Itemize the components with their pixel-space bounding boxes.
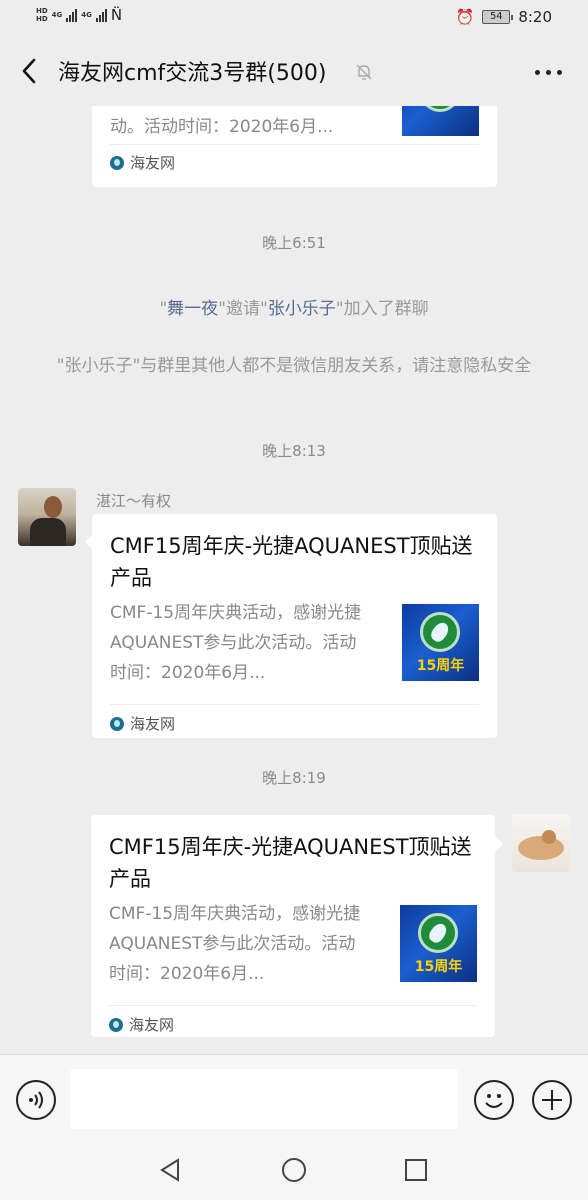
card-title: CMF15周年庆-光捷AQUANEST顶贴送产品 — [109, 835, 472, 891]
network-label-2: 4G — [81, 11, 92, 19]
nav-recent-icon[interactable] — [405, 1159, 427, 1181]
status-bar: HD HD 4G 4G N̈ ⏰ 54 8:20 — [0, 0, 588, 36]
nav-back-icon[interactable] — [158, 1158, 182, 1182]
network-label: 4G — [51, 11, 63, 19]
nav-bar: 海友网cmf交流3号群(500) — [0, 36, 588, 106]
signal-icon — [66, 8, 78, 22]
card-thumbnail: 15周年 — [402, 604, 479, 681]
system-message-invite: "舞一夜"邀请"张小乐子"加入了群聊 — [159, 299, 429, 319]
card-source: 海友网 — [110, 152, 175, 173]
avatar[interactable] — [512, 814, 570, 872]
source-label: 海友网 — [130, 715, 176, 733]
more-icon[interactable] — [535, 70, 562, 75]
status-right: ⏰ 54 8:20 — [456, 8, 552, 26]
timestamp: 晚上8:13 — [262, 442, 326, 460]
battery-icon: 54 — [482, 10, 514, 24]
card-source: 海友网 — [110, 713, 175, 734]
mute-icon — [356, 64, 372, 80]
plus-icon[interactable] — [532, 1080, 572, 1120]
hd-icon: HD HD — [36, 7, 48, 23]
system-nav — [0, 1144, 588, 1200]
chat-title: 海友网cmf交流3号群(500) — [58, 61, 327, 86]
sender-name: 湛江～有权 — [96, 492, 172, 510]
message-list[interactable]: 动。活动时间：2020年6月... 海友网 晚上6:51 "舞一夜"邀请"张小乐… — [0, 106, 588, 1054]
nfc-icon: N̈ — [110, 6, 123, 24]
alarm-icon: ⏰ — [455, 8, 475, 26]
card-description: CMF-15周年庆典活动，感谢光捷AQUANEST参与此次活动。活动时间：202… — [109, 904, 361, 984]
back-icon[interactable] — [16, 56, 44, 86]
card-thumbnail — [402, 106, 479, 136]
timestamp: 晚上6:51 — [262, 234, 326, 252]
source-icon — [109, 1017, 123, 1032]
link-card[interactable]: CMF15周年庆-光捷AQUANEST顶贴送产品 CMF-15周年庆典活动，感谢… — [91, 815, 495, 1037]
invitee-name[interactable]: 张小乐子 — [268, 299, 336, 319]
message-input[interactable] — [70, 1069, 458, 1129]
inviter-name[interactable]: 舞一夜 — [167, 299, 218, 319]
nav-home-icon[interactable] — [282, 1158, 306, 1182]
input-bar — [0, 1054, 588, 1144]
link-card[interactable]: CMF15周年庆-光捷AQUANEST顶贴送产品 CMF-15周年庆典活动，感谢… — [92, 514, 497, 738]
source-icon — [110, 716, 124, 731]
timestamp: 晚上8:19 — [262, 769, 326, 787]
link-card[interactable]: 动。活动时间：2020年6月... 海友网 — [92, 106, 497, 187]
system-message-privacy: "张小乐子"与群里其他人都不是微信朋友关系，请注意隐私安全 — [56, 356, 532, 376]
avatar[interactable] — [18, 488, 76, 546]
source-icon — [110, 155, 124, 170]
emoji-icon[interactable] — [474, 1080, 514, 1120]
clock: 8:20 — [518, 8, 552, 26]
source-label: 海友网 — [130, 154, 176, 172]
source-label: 海友网 — [129, 1016, 175, 1034]
card-title: CMF15周年庆-光捷AQUANEST顶贴送产品 — [110, 534, 473, 590]
card-description: 动。活动时间：2020年6月... — [110, 117, 334, 137]
status-left: HD HD 4G 4G N̈ — [36, 6, 122, 24]
voice-icon[interactable] — [16, 1080, 56, 1120]
signal-icon-2 — [95, 8, 107, 22]
card-thumbnail: 15周年 — [400, 905, 477, 982]
card-source: 海友网 — [109, 1014, 174, 1035]
card-description: CMF-15周年庆典活动，感谢光捷AQUANEST参与此次活动。活动时间：202… — [110, 603, 362, 683]
